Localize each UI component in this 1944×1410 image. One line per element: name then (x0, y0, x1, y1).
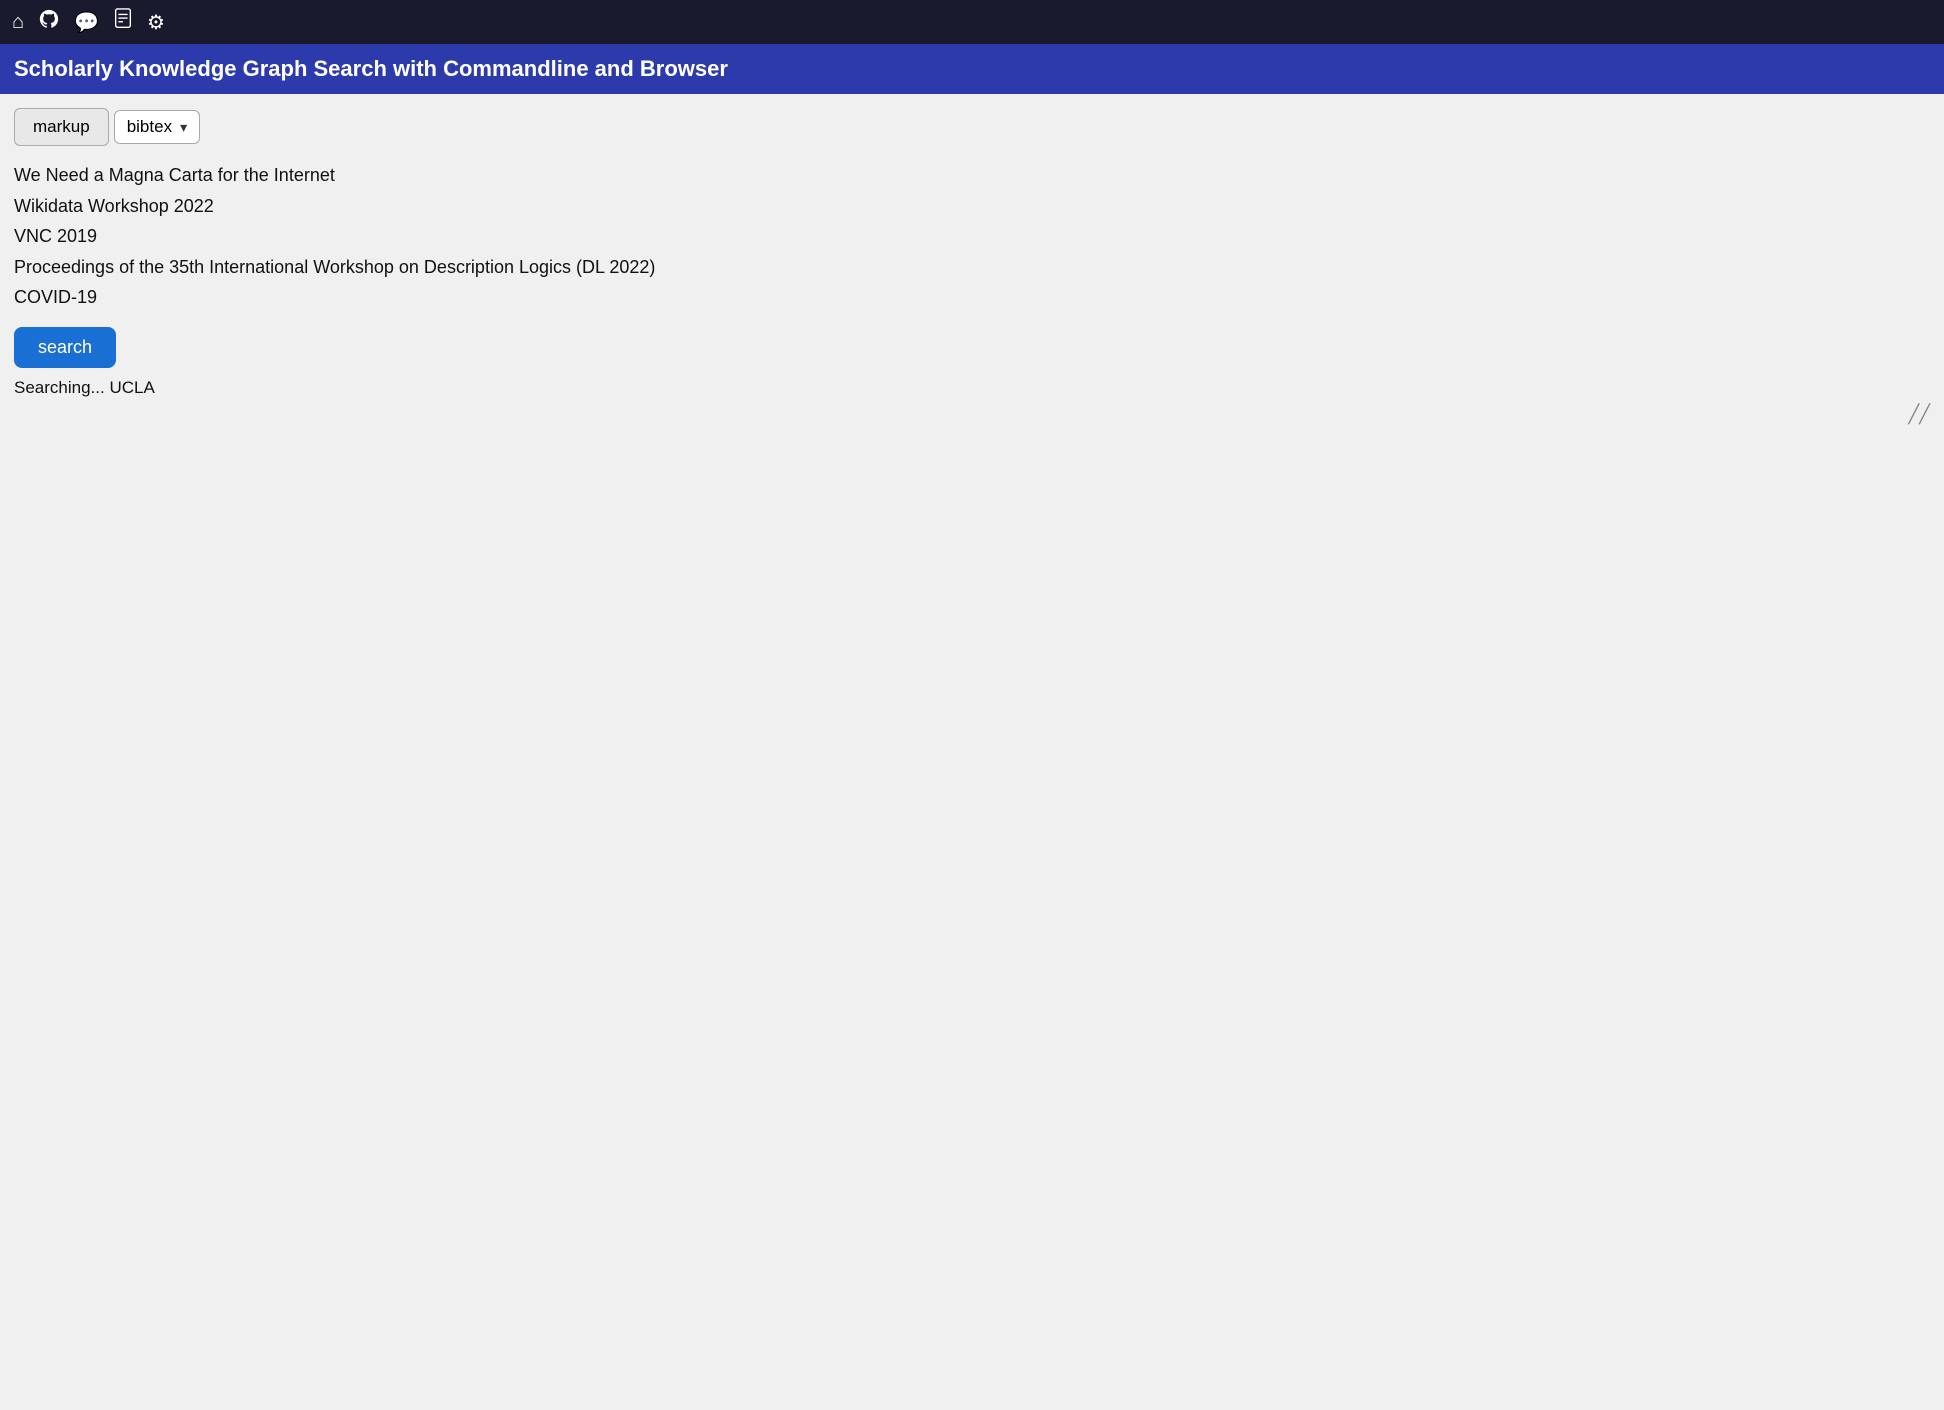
document-icon[interactable] (113, 8, 133, 36)
bibtex-label: bibtex (127, 117, 172, 137)
search-button[interactable]: search (14, 327, 116, 368)
chevron-down-icon: ▾ (180, 119, 187, 136)
bibtex-select-wrapper[interactable]: bibtex ▾ (114, 110, 200, 144)
top-bar: ⌂ 💬 ⚙ (0, 0, 1944, 44)
list-item: VNC 2019 (14, 221, 1930, 252)
title-bar: Scholarly Knowledge Graph Search with Co… (0, 44, 1944, 94)
topics-list: We Need a Magna Carta for the Internet W… (14, 160, 1930, 313)
markup-button[interactable]: markup (14, 108, 109, 146)
list-item: We Need a Magna Carta for the Internet (14, 160, 1930, 191)
home-icon[interactable]: ⌂ (12, 11, 24, 34)
status-text: Searching... UCLA (14, 378, 1930, 398)
chat-icon[interactable]: 💬 (74, 10, 99, 35)
list-item: Proceedings of the 35th International Wo… (14, 252, 1930, 283)
resize-handle-icon[interactable]: ╱╱ (1908, 404, 1930, 425)
main-content: markup bibtex ▾ We Need a Magna Carta fo… (0, 94, 1944, 412)
github-icon[interactable] (38, 8, 60, 36)
list-item: Wikidata Workshop 2022 (14, 191, 1930, 222)
list-item: COVID-19 (14, 282, 1930, 313)
page-title: Scholarly Knowledge Graph Search with Co… (14, 56, 728, 81)
settings-icon[interactable]: ⚙ (147, 10, 165, 35)
